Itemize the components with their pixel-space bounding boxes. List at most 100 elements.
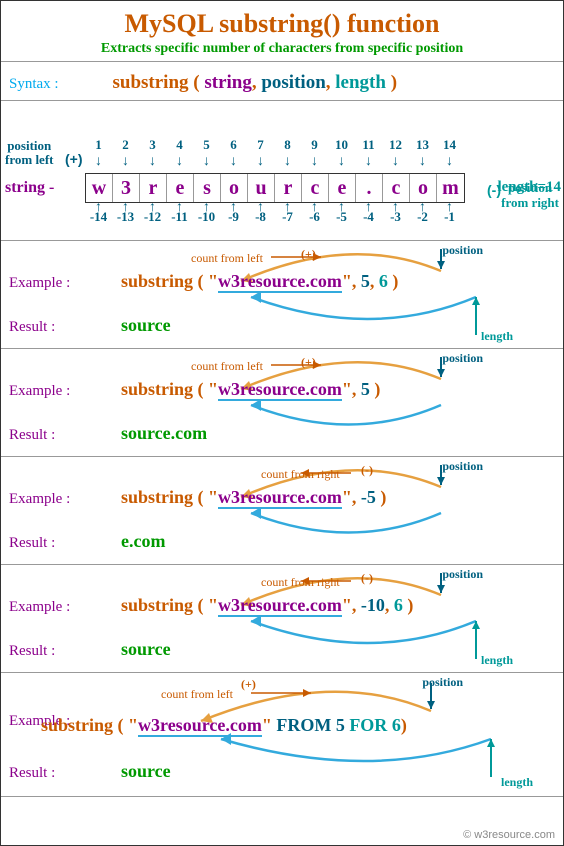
bottom-position-numbers: -14-13-12-11-10-9-8-7-6-5-4-3-2-1: [85, 209, 463, 225]
length-anno: length: [481, 653, 513, 668]
count-direction-label: count from right: [261, 575, 340, 590]
pos-num-bot: -5: [328, 209, 355, 225]
example-call: substring ( "w3resource.com", 5 ): [121, 379, 380, 400]
arrow-down-icon: [193, 153, 220, 167]
top-arrows: [85, 153, 463, 167]
example-label: Example :: [9, 383, 70, 400]
pos-num-bot: -1: [436, 209, 463, 225]
sign-label: (+): [301, 247, 316, 262]
result-label: Result :: [9, 535, 55, 552]
syntax-expression: substring ( string, position, length ): [112, 72, 397, 93]
count-direction-label: count from right: [261, 467, 340, 482]
example-block-1: count from left (+) position length Example …: [1, 241, 563, 349]
position-anno: position: [442, 459, 483, 474]
syntax-arg-position: position: [261, 72, 325, 93]
pos-num-top: 10: [328, 137, 355, 153]
page-subtitle: Extracts specific number of characters f…: [1, 39, 563, 62]
pos-num-top: 5: [193, 137, 220, 153]
arrow-down-icon: [166, 153, 193, 167]
pos-num-top: 3: [139, 137, 166, 153]
count-direction-label: count from left: [161, 687, 233, 702]
result-value: source.com: [121, 423, 207, 444]
pos-from-left-label: position from left: [5, 139, 53, 168]
pos-num-bot: -12: [139, 209, 166, 225]
pos-num-bot: -13: [112, 209, 139, 225]
result-value: source: [121, 761, 171, 782]
example-block-5: count from left (+) position length Exam…: [1, 673, 563, 797]
top-position-numbers: 1234567891011121314: [85, 137, 463, 153]
result-label: Result :: [9, 765, 55, 782]
example-block-4: count from right (-) position length Example…: [1, 565, 563, 673]
sign-label: (-): [361, 463, 373, 478]
pos-num-bot: -7: [274, 209, 301, 225]
pos-num-bot: -10: [193, 209, 220, 225]
pos-num-top: 14: [436, 137, 463, 153]
sign-label: (+): [301, 355, 316, 370]
sign-label: (+): [241, 677, 256, 692]
pos-num-top: 12: [382, 137, 409, 153]
count-direction-label: count from left: [191, 359, 263, 374]
pos-num-top: 4: [166, 137, 193, 153]
pos-num-bot: -14: [85, 209, 112, 225]
position-anno: position: [422, 675, 463, 690]
position-anno: position: [442, 567, 483, 582]
footer-credit: © w3resource.com: [463, 829, 555, 841]
arrow-down-icon: [382, 153, 409, 167]
string-label: string -: [5, 179, 54, 197]
arrow-down-icon: [409, 153, 436, 167]
pos-num-top: 6: [220, 137, 247, 153]
plus-sign: (+): [65, 151, 83, 167]
position-anno: position: [442, 351, 483, 366]
result-value: source: [121, 639, 171, 660]
result-label: Result :: [9, 643, 55, 660]
arrow-down-icon: [436, 153, 463, 167]
syntax-label: Syntax :: [9, 76, 59, 92]
pos-num-top: 8: [274, 137, 301, 153]
pos-num-bot: -6: [301, 209, 328, 225]
syntax-arg-length: length: [335, 72, 386, 93]
example-label: Example :: [9, 491, 70, 508]
position-anno: position: [442, 243, 483, 258]
syntax-section: Syntax : substring ( string, position, l…: [1, 62, 563, 101]
syntax-fn: substring: [112, 72, 188, 93]
minus-sign: (-): [487, 182, 501, 198]
syntax-arg-string: string: [204, 72, 252, 93]
pos-num-top: 13: [409, 137, 436, 153]
example-call: substring ( "w3resource.com", -5 ): [121, 487, 386, 508]
page-title: MySQL substring() function: [1, 1, 563, 39]
pos-num-bot: -2: [409, 209, 436, 225]
arrow-down-icon: [139, 153, 166, 167]
arrow-down-icon: [274, 153, 301, 167]
example-call: substring ( "w3resource.com" FROM 5 FOR …: [41, 715, 407, 736]
example-call: substring ( "w3resource.com", -10, 6 ): [121, 595, 413, 616]
example-call: substring ( "w3resource.com", 5, 6 ): [121, 271, 398, 292]
pos-from-right-label: position from right: [501, 181, 559, 210]
pos-num-top: 9: [301, 137, 328, 153]
length-anno: length: [481, 329, 513, 344]
pos-num-top: 11: [355, 137, 382, 153]
pos-num-top: 2: [112, 137, 139, 153]
arrow-down-icon: [85, 153, 112, 167]
count-direction-label: count from left: [191, 251, 263, 266]
pos-num-bot: -9: [220, 209, 247, 225]
example-block-3: count from right (-) position Example : subs…: [1, 457, 563, 565]
pos-num-top: 1: [85, 137, 112, 153]
example-label: Example :: [9, 275, 70, 292]
pos-num-bot: -3: [382, 209, 409, 225]
pos-num-bot: -4: [355, 209, 382, 225]
example-label: Example :: [9, 599, 70, 616]
arrow-down-icon: [247, 153, 274, 167]
sign-label: (-): [361, 571, 373, 586]
pos-num-top: 7: [247, 137, 274, 153]
arrow-down-icon: [220, 153, 247, 167]
arrow-down-icon: [301, 153, 328, 167]
arrow-down-icon: [112, 153, 139, 167]
arrow-down-icon: [355, 153, 382, 167]
pos-num-bot: -11: [166, 209, 193, 225]
result-value: source: [121, 315, 171, 336]
result-label: Result :: [9, 427, 55, 444]
length-anno: length: [501, 775, 533, 790]
result-label: Result :: [9, 319, 55, 336]
example-block-2: count from left (+) position Example : subst…: [1, 349, 563, 457]
arrow-down-icon: [328, 153, 355, 167]
